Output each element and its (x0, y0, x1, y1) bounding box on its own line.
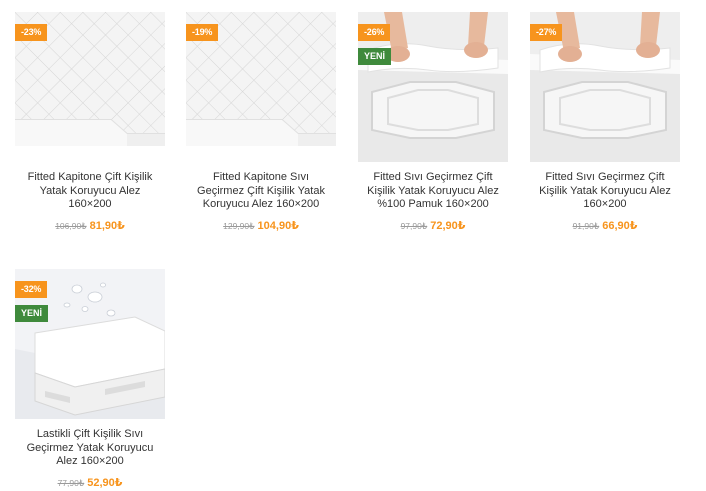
product-card[interactable]: -27% Fitted Sıvı Geçirmez Çift Kişilik Y… (530, 12, 680, 234)
product-image[interactable]: -32% YENİ (15, 269, 165, 419)
old-price: 91,90₺ (572, 220, 600, 231)
old-price: 106,90₺ (55, 220, 87, 231)
product-image[interactable]: -26% YENİ (358, 12, 508, 162)
old-price: 97,90₺ (400, 220, 428, 231)
new-badge: YENİ (358, 48, 392, 65)
price-row: 91,90₺ 66,90₺ (530, 216, 680, 234)
old-price: 77,90₺ (57, 477, 85, 488)
discount-badge: -26% (358, 24, 391, 41)
current-price: 81,90₺ (89, 219, 125, 232)
product-title[interactable]: Fitted Sıvı Geçirmez Çift Kişilik Yatak … (358, 171, 508, 212)
discount-badge: -19% (186, 24, 219, 41)
product-card[interactable]: -19% Fitted Kapitone Sıvı Geçirmez Çift … (186, 12, 336, 234)
product-title[interactable]: Fitted Sıvı Geçirmez Çift Kişilik Yatak … (530, 171, 680, 212)
price-row: 97,90₺ 72,90₺ (358, 216, 508, 234)
product-card[interactable]: -26% YENİ Fitted Sıvı Geçirmez Çift Kişi… (358, 12, 508, 234)
discount-badge: -32% (15, 281, 48, 298)
product-title[interactable]: Lastikli Çift Kişilik Sıvı Geçirmez Yata… (15, 428, 165, 469)
product-image[interactable]: -23% (15, 12, 165, 162)
new-badge: YENİ (15, 305, 49, 322)
current-price: 72,90₺ (430, 219, 466, 232)
current-price: 66,90₺ (602, 219, 638, 232)
product-title[interactable]: Fitted Kapitone Çift Kişilik Yatak Koruy… (15, 171, 165, 212)
current-price: 104,90₺ (257, 219, 299, 232)
price-row: 129,90₺ 104,90₺ (186, 216, 336, 234)
product-image[interactable]: -19% (186, 12, 336, 162)
price-row: 106,90₺ 81,90₺ (15, 216, 165, 234)
product-image[interactable]: -27% (530, 12, 680, 162)
product-card[interactable]: -23% Fitted Kapitone Çift Kişilik Yatak … (15, 12, 165, 234)
old-price: 129,90₺ (223, 220, 255, 231)
product-grid: -23% Fitted Kapitone Çift Kişilik Yatak … (0, 0, 706, 489)
discount-badge: -27% (530, 24, 563, 41)
product-card[interactable]: -32% YENİ Lastikli Çift Kişilik Sıvı Geç… (15, 269, 165, 491)
product-title[interactable]: Fitted Kapitone Sıvı Geçirmez Çift Kişil… (186, 171, 336, 212)
discount-badge: -23% (15, 24, 48, 41)
price-row: 77,90₺ 52,90₺ (15, 473, 165, 491)
current-price: 52,90₺ (87, 476, 123, 489)
